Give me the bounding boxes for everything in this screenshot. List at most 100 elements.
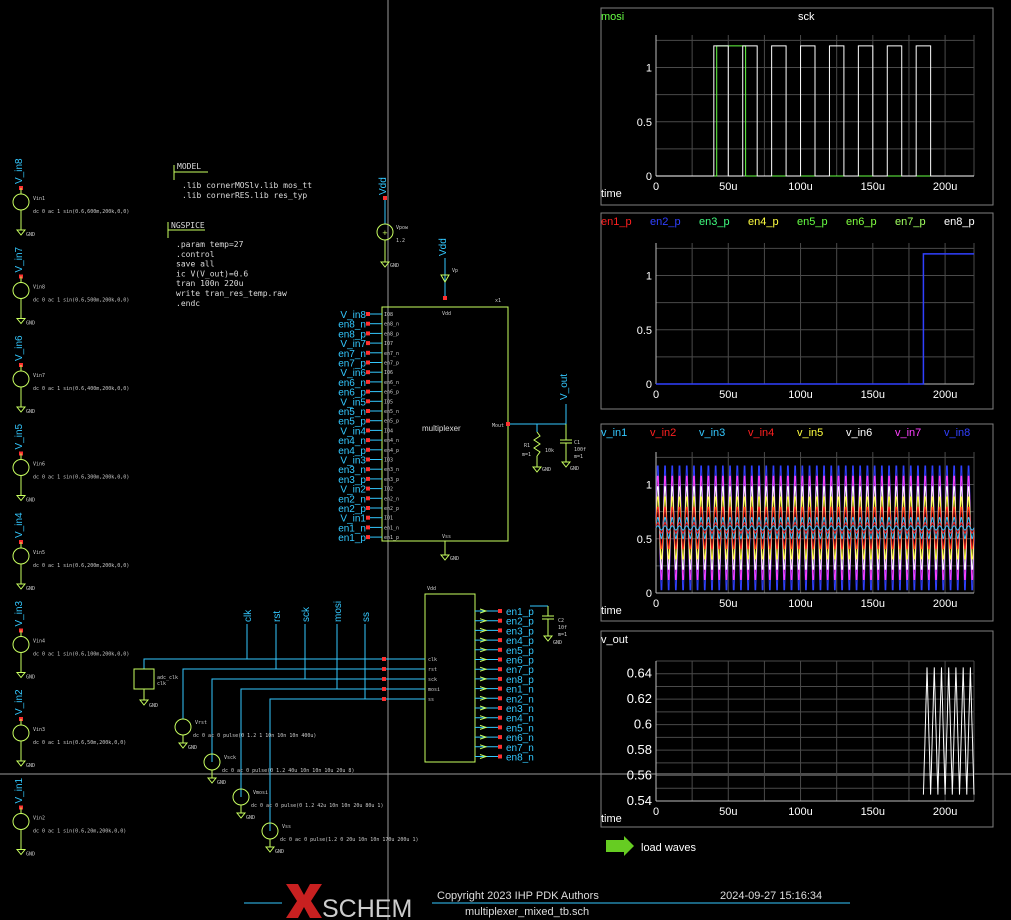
waveform-plot-1[interactable]: 1 0.5 00 50u 100u 150u 200u time mosi sck [600,7,994,206]
mux-pin-name: en2_n [384,496,399,502]
mux-pin-name: IO3 [384,458,393,464]
clock-generator[interactable]: adc_clk clk GND [133,668,178,709]
voltage-source-symbol [12,370,30,388]
x-tick-label: 0 [653,181,659,193]
gnd-label-vpow: GND [390,263,399,269]
vdd-pin-mux[interactable]: Vdd Vp [438,238,458,300]
ngspice-block[interactable]: NGSPICE .param temp=27.controlsave allic… [167,221,287,308]
mux-pin-name: en4_n [384,438,399,444]
waveform-plot-3[interactable]: 1 0.5 00 50u 100u 150u 200u time v_in1 v_in2 v_in3… [600,423,994,622]
source-name: Vin7 [33,373,45,379]
source-v_in7[interactable]: V_in7 Vin8 dc 0 ac 1 sin(0.6,500m,200k,0,0… [12,246,129,327]
spi-pin-name: clk [428,657,437,663]
legend-en4-p[interactable]: en4_p [748,216,779,228]
x-tick-label: 50u [719,806,737,818]
gnd-label: GND [26,232,35,238]
x-axis-label: time [601,605,622,617]
load-waves-button[interactable]: load waves [606,836,697,856]
y-tick-label: 0.5 [637,534,652,546]
legend-v-in3[interactable]: v_in3 [699,427,725,439]
vpow-source[interactable]: Vdd + Vpow 1.2 GND [376,177,409,269]
source-v_in3[interactable]: V_in3 Vin4 dc 0 ac 1 sin(0.6,100m,200k,0,0… [12,600,129,681]
legend-en2-p[interactable]: en2_p [650,216,681,228]
spi-pin-name: rst [428,667,437,673]
gnd-label: GND [26,409,35,415]
source-name: Vin4 [33,639,45,645]
source-v_in6[interactable]: V_in6 Vin7 dc 0 ac 1 sin(0.6,400m,200k,0,0… [12,335,129,415]
source-v_in8[interactable]: V_in8 Vin1 dc 0 ac 1 sin(0.6,600m,200k,0,0… [12,158,129,238]
ngspice-line: ic V(V_out)=0.6 [176,269,248,278]
vout-label: V_out [559,374,570,400]
vpow-value: 1.2 [396,238,405,244]
spi-block[interactable]: Vdd clkclkrstrstscksckmosimosissss en1_p… [143,586,567,831]
digital-source-name: Vrst [195,720,207,726]
schematic-canvas[interactable]: MODEL .lib cornerMOSlv.lib mos_tt .lib c… [0,0,1011,920]
x-tick-label: 200u [933,389,957,401]
r1-name: R1 [524,443,530,449]
source-net-label: V_in2 [14,689,25,715]
ngspice-line: tran 100n 220u [176,279,244,288]
legend-en7-p[interactable]: en7_p [895,216,926,228]
mux-pin-name: en7_n [384,351,399,357]
legend-mosi[interactable]: mosi [601,11,624,23]
legend-v-in4[interactable]: v_in4 [748,427,774,439]
voltage-source-symbol [12,459,30,476]
x-tick-label: 200u [933,598,957,610]
legend-v-in5[interactable]: v_in5 [797,427,823,439]
vdd-label-top: Vdd [378,177,389,195]
ngspice-line: .param temp=27 [176,240,244,249]
x-tick-label: 150u [861,389,885,401]
mux-pin-name: en6_p [384,390,399,396]
waveform-plot-4[interactable]: 0.64 0.62 0.6 0.58 0.56 0.540 50u 100u 150u 200u t… [600,630,994,828]
digital-source-vsck[interactable]: Vsck dc 0 ac 0 pulse(0 1.2 40u 10n 10n 10… [203,753,354,786]
source-net-label: V_in6 [14,335,25,361]
legend-en8-p[interactable]: en8_p [944,216,975,228]
mux-pin-name: en3_n [384,467,399,473]
gnd-label-c1: GND [570,466,579,472]
gnd-label: GND [26,498,35,504]
x-tick-label: 100u [788,181,812,193]
c2-name: C2 [558,618,564,624]
digital-source-vrst[interactable]: Vrst dc 0 ac 0 pulse(0 1.2 1 10n 10n 10n … [174,718,316,751]
y-tick-label: 1 [646,271,652,283]
digital-source-vmosi[interactable]: Vmosi dc 0 ac 0 pulse(0 1.2 42u 10n 10n 2… [232,788,383,821]
multiplexer-block[interactable]: Vdd Vss x1 multiplexer Mout V_in8 IO8en8_… [338,298,509,562]
output-network[interactable]: V_out R1 m=1 10k GND C1 100f m=1 GND [506,374,586,473]
source-name: Vin8 [33,285,45,291]
y-tick-label: 1 [646,480,652,492]
legend-v-in6[interactable]: v_in6 [846,427,872,439]
legend-v-in8[interactable]: v_in8 [944,427,970,439]
copyright-text: Copyright 2023 IHP PDK Authors [437,890,599,902]
legend-v-in7[interactable]: v_in7 [895,427,921,439]
legend-v-in2[interactable]: v_in2 [650,427,676,439]
digital-source-vss[interactable]: Vss dc 0 ac 0 pulse(1.2 0 20u 10n 10n 170… [261,822,418,855]
mux-pin-en1_p[interactable]: en1_p en1_p [338,533,399,544]
gnd-label: GND [26,586,35,592]
legend-en3-p[interactable]: en3_p [699,216,730,228]
mux-pin-name: en4_p [384,448,399,454]
model-block[interactable]: MODEL .lib cornerMOSlv.lib mos_tt .lib c… [173,162,312,200]
spi-input-rst[interactable]: rst rst [272,611,437,673]
load-waves-label: load waves [641,842,697,854]
source-v_in4[interactable]: V_in4 Vin5 dc 0 ac 1 sin(0.6,200m,200k,0,0… [12,512,129,592]
waveform-plot-2[interactable]: 1 0.5 00 50u 100u 150u 200u en1_p en2_p en3_p en4_… [600,212,994,410]
gnd-label: GND [26,675,35,681]
legend-v-out[interactable]: v_out [601,634,628,646]
source-value: dc 0 ac 1 sin(0.6,500m,200k,0,0) [33,298,129,304]
source-v_in2[interactable]: V_in2 Vin3 dc 0 ac 1 sin(0.6,50m,200k,0,0)… [12,689,126,769]
xschem-logo: SCHEM [286,884,412,920]
legend-en5-p[interactable]: en5_p [797,216,828,228]
x-tick-label: 200u [933,806,957,818]
model-title: MODEL [177,162,201,171]
source-v_in1[interactable]: V_in1 Vin2 dc 0 ac 1 sin(0.6,20m,200k,0,0)… [12,777,126,858]
mux-pin-name: en8_n [384,322,399,328]
legend-en6-p[interactable]: en6_p [846,216,877,228]
spi-output-en8-n[interactable]: en8_n [475,753,534,764]
legend-v-in1[interactable]: v_in1 [601,427,627,439]
legend-en1-p[interactable]: en1_p [601,216,632,228]
x-tick-label: 100u [788,389,812,401]
legend-sck[interactable]: sck [798,11,815,23]
source-v_in5[interactable]: V_in5 Vin6 dc 0 ac 1 sin(0.6,300m,200k,0,0… [12,423,129,504]
spi-vdd-pin: Vdd [427,586,436,592]
c2-extra: m=1 [558,632,567,638]
